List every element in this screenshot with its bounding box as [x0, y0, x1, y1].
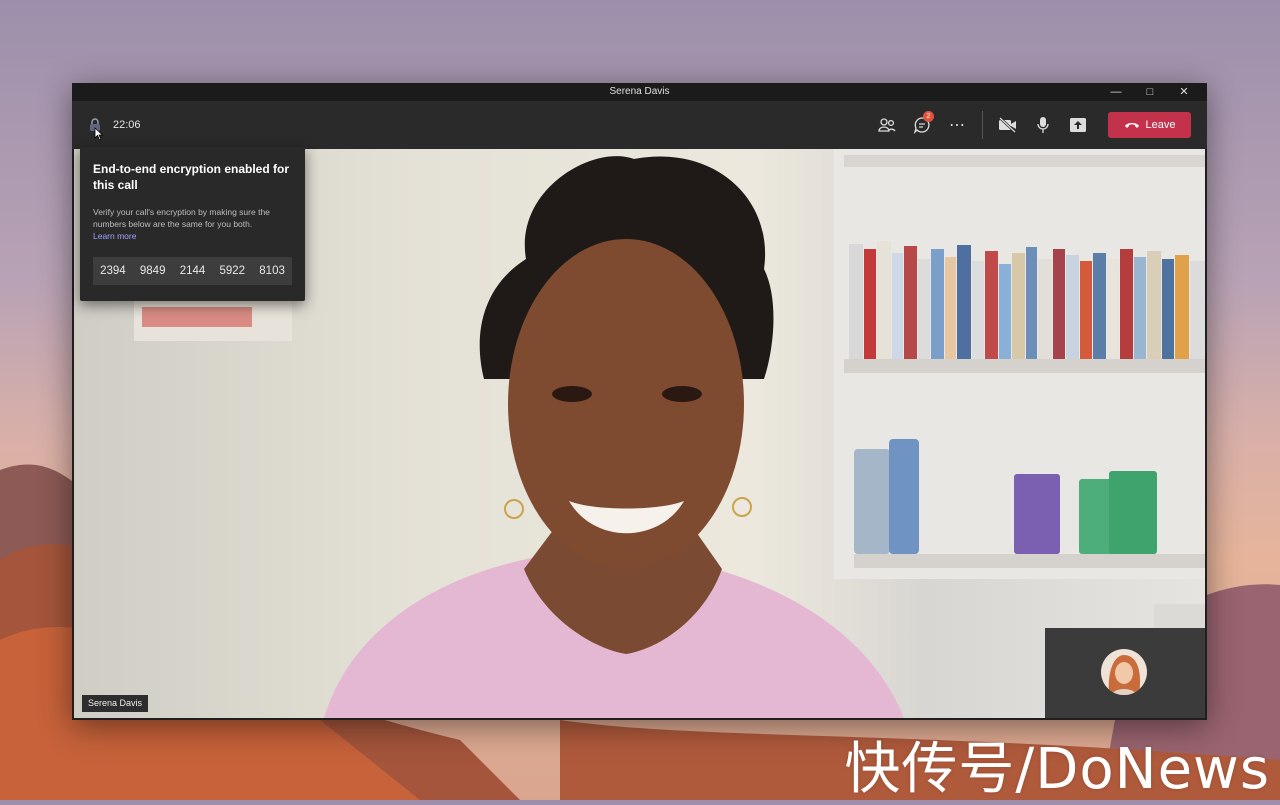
teams-call-window: Serena Davis — □ ✕ 22:06 2 ⋯ Leave Seren… — [72, 83, 1207, 720]
call-timer: 22:06 — [113, 119, 141, 131]
encryption-info-popup: End-to-end encryption enabled for this c… — [80, 147, 305, 301]
close-icon[interactable]: ✕ — [1167, 83, 1201, 101]
self-avatar — [1101, 649, 1147, 695]
leave-label: Leave — [1145, 119, 1176, 131]
leave-button[interactable]: Leave — [1108, 112, 1191, 138]
toolbar-divider — [982, 111, 983, 139]
watermark-text: 快传号/DoNews — [844, 737, 1270, 802]
mouse-cursor-icon — [94, 127, 104, 141]
verification-code: 2144 — [179, 265, 206, 277]
encryption-popup-description: Verify your call's encryption by making … — [93, 207, 270, 229]
hang-up-icon — [1124, 123, 1139, 128]
camera-off-icon[interactable] — [994, 111, 1022, 139]
minimize-icon[interactable]: — — [1099, 83, 1133, 101]
microphone-icon[interactable] — [1029, 111, 1057, 139]
verification-code: 2394 — [100, 265, 126, 277]
self-view-tile[interactable] — [1045, 628, 1205, 718]
verification-codes: 2394 9849 2144 5922 8103 — [93, 257, 292, 285]
participants-icon[interactable] — [873, 111, 901, 139]
title-bar: Serena Davis — □ ✕ — [72, 83, 1207, 101]
more-options-icon[interactable]: ⋯ — [943, 111, 971, 139]
verification-code: 5922 — [219, 265, 246, 277]
verification-code: 9849 — [139, 265, 166, 277]
chat-badge: 2 — [923, 111, 934, 122]
call-toolbar: 22:06 2 ⋯ Leave — [72, 101, 1207, 149]
window-title: Serena Davis — [609, 86, 670, 97]
learn-more-link[interactable]: Learn more — [93, 231, 136, 241]
share-screen-icon[interactable] — [1064, 111, 1092, 139]
chat-icon[interactable]: 2 — [908, 111, 936, 139]
verification-code: 8103 — [259, 265, 285, 277]
maximize-icon[interactable]: □ — [1133, 83, 1167, 101]
participant-name-tag: Serena Davis — [82, 695, 149, 712]
encryption-popup-title: End-to-end encryption enabled for this c… — [93, 162, 290, 192]
